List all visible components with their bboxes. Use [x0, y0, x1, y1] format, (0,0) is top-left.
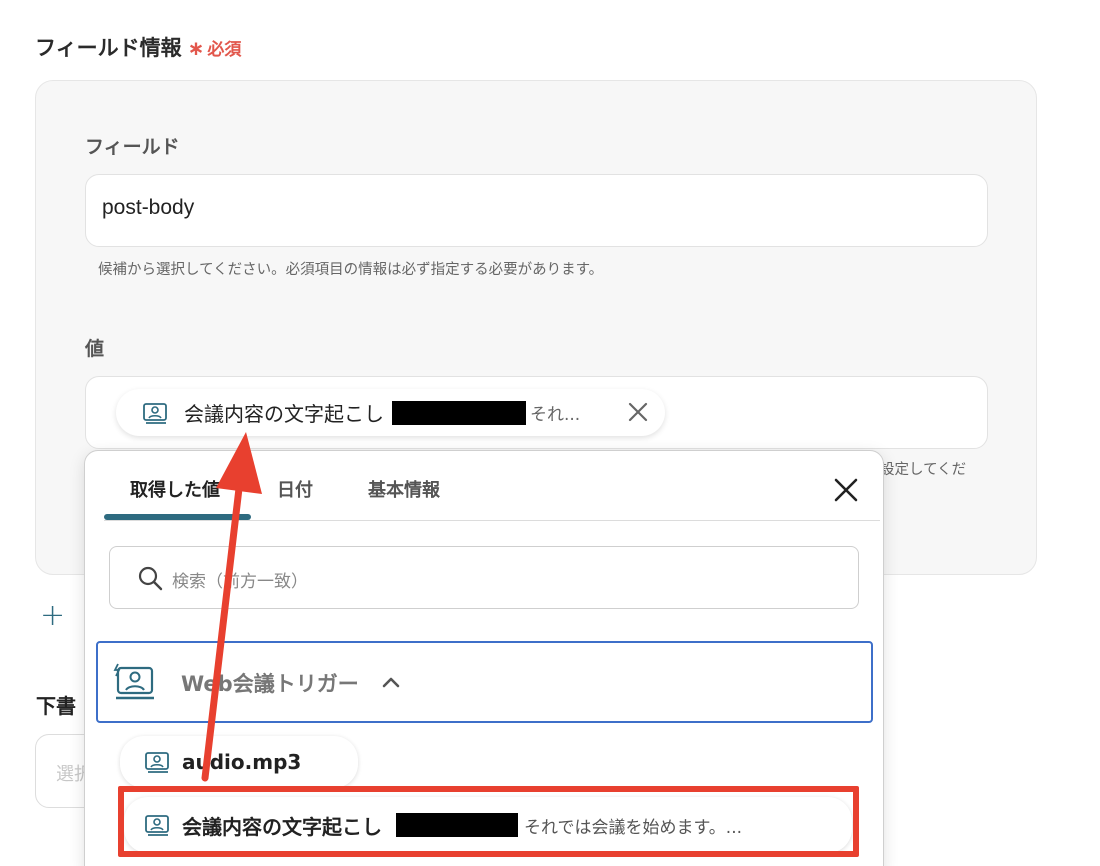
field-hint: 候補から選択してください。必須項目の情報は必ず指定する必要があります。 — [98, 262, 604, 278]
required-badge: ∗ 必須 — [188, 35, 242, 60]
tab-basic-info[interactable]: 基本情報 — [368, 476, 440, 502]
chip-preview: それ... — [530, 405, 581, 425]
tab-acquired-values[interactable]: 取得した値 — [130, 476, 220, 502]
value-label: 値 — [85, 338, 105, 360]
add-field-icon[interactable]: + — [40, 598, 65, 633]
section-title: フィールド情報 ∗ 必須 — [35, 32, 241, 62]
draft-placeholder: 選択 — [56, 764, 86, 785]
required-label: 必須 — [207, 40, 242, 60]
redacted-block — [392, 400, 526, 425]
search-icon — [138, 566, 163, 591]
meeting-trigger-icon — [143, 402, 167, 424]
value-chip[interactable]: 会議内容の文字起こし それ... — [116, 389, 665, 436]
search-placeholder: 検索（前方一致） — [172, 572, 308, 592]
list-item-label: audio.mp3 — [182, 750, 302, 774]
annotation-highlight-box — [118, 786, 859, 857]
draft-label: 下書 — [36, 694, 76, 718]
active-tab-indicator — [104, 514, 251, 520]
field-value: post-body — [102, 196, 195, 219]
field-select[interactable] — [85, 174, 988, 247]
tab-date[interactable]: 日付 — [277, 476, 313, 502]
field-label: フィールド — [85, 136, 180, 158]
tab-divider — [104, 520, 880, 521]
value-hint: 設定してくだ — [880, 462, 967, 478]
chip-remove-icon[interactable] — [627, 401, 649, 423]
close-icon[interactable] — [832, 476, 860, 504]
meeting-trigger-icon — [145, 752, 169, 773]
section-title-text: フィールド情報 — [35, 36, 182, 60]
group-label: Web会議トリガー — [181, 672, 359, 696]
list-item-audio[interactable]: audio.mp3 — [120, 736, 358, 788]
chip-label: 会議内容の文字起こし — [184, 402, 384, 426]
chevron-up-icon[interactable] — [380, 673, 402, 691]
required-asterisk-icon: ∗ — [187, 36, 205, 60]
web-meeting-trigger-icon — [113, 663, 154, 700]
